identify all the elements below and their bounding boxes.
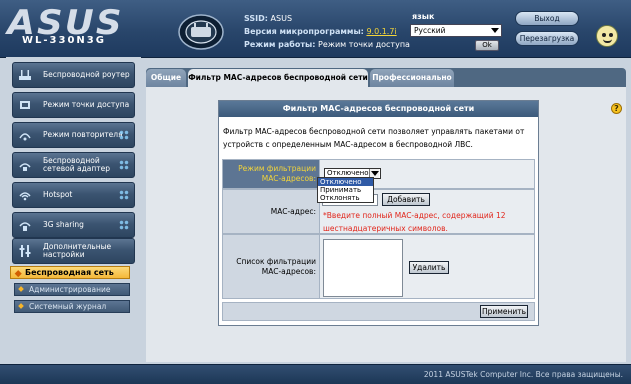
model-name: WL-330N3G: [22, 35, 106, 46]
sidebar-item-repeater[interactable]: Режим повторителя: [12, 122, 135, 148]
filter-mode-option-accept[interactable]: Принимать: [318, 186, 373, 194]
firmware-link[interactable]: 9.0.1.7i: [366, 27, 396, 36]
sidebar-section-wireless[interactable]: Беспроводная сеть: [10, 266, 130, 279]
sidebar-item-label: Дополнительные настройки: [43, 242, 112, 259]
reboot-button[interactable]: Перезагрузка: [515, 31, 579, 46]
mac-list-label: Список фильтрации MAC-адресов:: [236, 256, 316, 276]
ssid-value: ASUS: [270, 14, 293, 23]
router-icon: [19, 70, 31, 80]
sidebar-item-wireless-adapter[interactable]: Беспроводной сетевой адаптер: [12, 152, 135, 178]
repeater-icon: [19, 133, 31, 141]
filter-mode-label: Режим фильтрации MAC-адресов:: [223, 160, 319, 188]
access-point-icon: [20, 101, 30, 109]
help-icon[interactable]: ?: [611, 103, 622, 114]
mac-list-cell: Удалить: [319, 235, 534, 298]
mascot-icon: [596, 25, 618, 47]
mac-address-label: MAC-адрес:: [270, 206, 316, 216]
mascot-eye: [602, 33, 606, 37]
sidebar-item-label: Режим повторителя: [43, 130, 123, 139]
apply-button[interactable]: Применить: [480, 305, 528, 318]
sidebar-item-hotspot[interactable]: Hotspot: [12, 182, 135, 208]
tools-icon: [19, 245, 31, 257]
copyright-text: 2011 ASUSTek Computer Inc. Все права защ…: [423, 370, 623, 379]
sidebar: Беспроводной роутер Режим точки доступа …: [6, 57, 141, 362]
firmware-label: Версия микропрограммы:: [244, 27, 364, 36]
filter-mode-row: Режим фильтрации MAC-адресов: Отключено: [222, 159, 535, 189]
sidebar-item-label: Hotspot: [43, 190, 73, 199]
sidebar-item-label: Режим точки доступа: [43, 100, 130, 109]
sidebar-item-label: 3G sharing: [43, 220, 84, 229]
delete-button[interactable]: Удалить: [409, 261, 449, 274]
signal-dots-icon: [119, 160, 129, 170]
apply-bar: Применить: [222, 302, 535, 321]
language-ok-button[interactable]: Ok: [475, 40, 499, 51]
panel-title: Фильтр MAC-адресов беспроводной сети: [219, 101, 538, 117]
filter-mode-dropdown: Отключено Принимать Отклонять: [317, 177, 374, 203]
ssid-row: SSID: ASUS: [244, 12, 410, 25]
footer: 2011 ASUSTek Computer Inc. Все права защ…: [0, 364, 631, 384]
filter-mode-option-disabled[interactable]: Отключено: [318, 178, 373, 186]
sidebar-item-administration[interactable]: Администрирование: [14, 283, 130, 296]
sidebar-item-wireless-router[interactable]: Беспроводной роутер: [12, 62, 135, 88]
header: ASUS WL-330N3G SSID: ASUS Версия микропр…: [0, 0, 631, 58]
sidebar-item-access-point[interactable]: Режим точки доступа: [12, 92, 135, 118]
signal-dots-icon: [119, 190, 129, 200]
signal-dots-icon: [119, 130, 129, 140]
panel-description: Фильтр MAC-адресов беспроводной сети поз…: [223, 127, 525, 149]
wireless-adapter-icon: [19, 163, 31, 171]
filter-mode-option-reject[interactable]: Отклонять: [318, 194, 373, 202]
sidebar-item-3g-sharing[interactable]: 3G sharing: [12, 212, 135, 238]
status-info: SSID: ASUS Версия микропрограммы: 9.0.1.…: [244, 12, 410, 51]
tab-professional[interactable]: Профессионально: [370, 69, 454, 87]
sidebar-item-system-log[interactable]: Системный журнал: [14, 300, 130, 313]
op-mode-value: Режим точки доступа: [318, 40, 410, 49]
mascot-eye: [609, 33, 613, 37]
sidebar-item-label: Беспроводной роутер: [43, 70, 130, 79]
mascot-mouth: [603, 39, 612, 43]
mac-address-row: MAC-адрес: Добавить *Введите полный MAC-…: [222, 189, 535, 234]
ssid-label: SSID:: [244, 14, 268, 23]
signal-dots-icon: [119, 220, 129, 230]
language-select[interactable]: Русский: [410, 24, 502, 37]
router-icon: [178, 14, 224, 50]
op-mode-label: Режим работы:: [244, 40, 316, 49]
mac-address-hint: *Введите полный MAC-адрес, содержащий 12…: [323, 211, 506, 233]
firmware-row: Версия микропрограммы: 9.0.1.7i: [244, 25, 410, 38]
language-value: Русский: [414, 26, 446, 35]
sidebar-item-label: Беспроводной сетевой адаптер: [43, 156, 111, 173]
mac-list-row: Список фильтрации MAC-адресов: Удалить: [222, 234, 535, 299]
sidebar-item-advanced[interactable]: Дополнительные настройки: [12, 238, 135, 264]
language-label: язык: [412, 12, 435, 21]
tab-mac-filter[interactable]: Фильтр MAC-адресов беспроводной сети: [188, 69, 368, 87]
logout-button[interactable]: Выход: [515, 11, 579, 26]
mac-filter-list[interactable]: [323, 239, 403, 297]
add-button[interactable]: Добавить: [382, 193, 430, 206]
mac-filter-panel: Фильтр MAC-адресов беспроводной сети Фил…: [218, 100, 539, 326]
op-mode-row: Режим работы: Режим точки доступа: [244, 38, 410, 51]
3g-icon: [19, 222, 31, 231]
tab-general[interactable]: Общие: [146, 69, 186, 87]
chevron-down-icon: [491, 28, 499, 33]
hotspot-icon: [19, 192, 31, 201]
filter-mode-value: Отключено: [327, 169, 369, 177]
